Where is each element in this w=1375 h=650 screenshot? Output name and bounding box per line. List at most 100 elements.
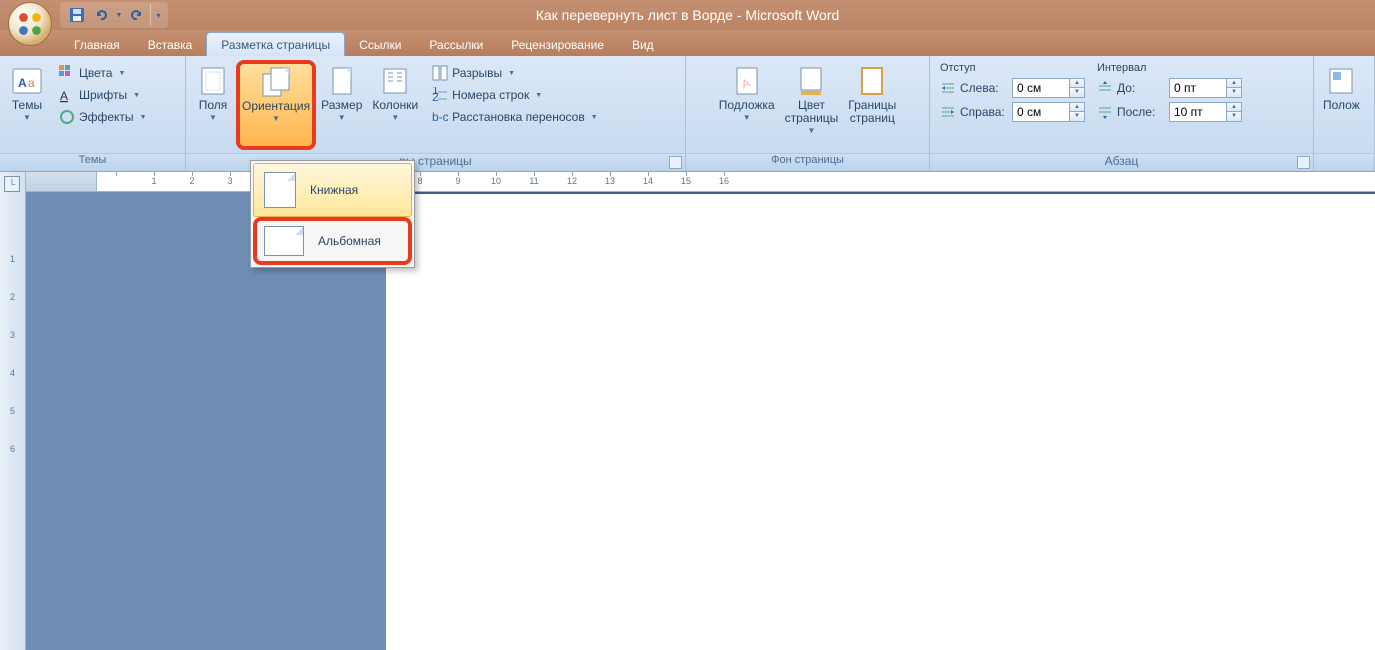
group-label-page-bg: Фон страницы (686, 153, 929, 171)
columns-icon (379, 65, 411, 97)
hyphenation-icon: b-c (432, 109, 448, 125)
svg-text:a: a (28, 76, 35, 90)
save-icon[interactable] (66, 4, 88, 26)
spinner-up-icon[interactable]: ▲ (1227, 103, 1241, 112)
spacing-before-input[interactable]: ▲▼ (1169, 78, 1242, 98)
page-borders-icon (856, 65, 888, 97)
page-color-button[interactable]: Цвет страницы▼ (780, 60, 844, 150)
line-numbers-button[interactable]: 12Номера строк▼ (427, 84, 602, 106)
position-button[interactable]: Полож (1318, 60, 1365, 150)
breaks-button[interactable]: Разрывы▼ (427, 62, 602, 84)
indent-left-input[interactable]: ▲▼ (1012, 78, 1085, 98)
dialog-launcher-icon[interactable] (669, 156, 682, 169)
watermark-icon: A (731, 65, 763, 97)
margins-button[interactable]: Поля▼ (190, 60, 236, 150)
page-color-icon (795, 65, 827, 97)
theme-colors-button[interactable]: Цвета▼ (54, 62, 152, 84)
tab-references[interactable]: Ссылки (345, 33, 415, 56)
page-borders-button[interactable]: Границы страниц (843, 60, 901, 150)
position-icon (1325, 65, 1357, 97)
ribbon: Aa Темы ▼ Цвета▼ AШрифты▼ Эффекты▼ Темы … (0, 56, 1375, 172)
columns-button[interactable]: Колонки▼ (367, 60, 423, 150)
chevron-down-icon: ▼ (338, 113, 346, 122)
fonts-icon: A (59, 87, 75, 103)
group-page-setup: Поля▼ Ориентация▼ Размер▼ Колонки▼ Разры… (186, 56, 686, 171)
window-title: Как перевернуть лист в Ворде - Microsoft… (536, 7, 840, 23)
theme-effects-button[interactable]: Эффекты▼ (54, 106, 152, 128)
spacing-after-input[interactable]: ▲▼ (1169, 102, 1242, 122)
tab-review[interactable]: Рецензирование (497, 33, 618, 56)
orientation-menu: Книжная Альбомная (250, 160, 415, 268)
spacing-before-icon (1097, 80, 1113, 96)
spinner-down-icon[interactable]: ▼ (1070, 88, 1084, 97)
group-label-themes: Темы (0, 153, 185, 171)
themes-button[interactable]: Aa Темы ▼ (4, 60, 50, 150)
spinner-down-icon[interactable]: ▼ (1227, 88, 1241, 97)
dialog-launcher-icon[interactable] (1297, 156, 1310, 169)
chevron-down-icon: ▼ (133, 92, 140, 99)
tab-view[interactable]: Вид (618, 33, 668, 56)
indent-left-icon (940, 80, 956, 96)
group-themes: Aa Темы ▼ Цвета▼ AШрифты▼ Эффекты▼ Темы (0, 56, 186, 171)
group-paragraph: Отступ Слева: ▲▼ Справа: ▲▼ Интервал До: (930, 56, 1314, 171)
indent-heading: Отступ (940, 62, 1085, 74)
spinner-up-icon[interactable]: ▲ (1227, 79, 1241, 88)
ribbon-tabs: Главная Вставка Разметка страницы Ссылки… (0, 30, 1375, 56)
vertical-ruler[interactable]: 123456 (0, 172, 26, 650)
effects-icon (59, 109, 75, 125)
undo-icon[interactable] (90, 4, 112, 26)
hyphenation-button[interactable]: b-cРасстановка переносов▼ (427, 106, 602, 128)
chevron-down-icon: ▼ (140, 114, 147, 121)
redo-icon[interactable] (126, 4, 148, 26)
colors-icon (59, 65, 75, 81)
svg-text:b-c: b-c (432, 110, 448, 124)
indent-right-icon (940, 104, 956, 120)
indent-right-input[interactable]: ▲▼ (1012, 102, 1085, 122)
themes-icon: Aa (11, 65, 43, 97)
chevron-down-icon: ▼ (508, 70, 515, 77)
spinner-down-icon[interactable]: ▼ (1227, 112, 1241, 121)
tab-insert[interactable]: Вставка (134, 33, 207, 56)
quick-access-toolbar: ▼ ▾ (60, 2, 168, 28)
theme-fonts-button[interactable]: AШрифты▼ (54, 84, 152, 106)
spinner-up-icon[interactable]: ▲ (1070, 103, 1084, 112)
spinner-down-icon[interactable]: ▼ (1070, 112, 1084, 121)
svg-text:2: 2 (432, 90, 439, 103)
tab-home[interactable]: Главная (60, 33, 134, 56)
group-page-background: A Подложка▼ Цвет страницы▼ Границы стран… (686, 56, 930, 171)
title-bar: ▼ ▾ Как перевернуть лист в Ворде - Micro… (0, 0, 1375, 30)
size-button[interactable]: Размер▼ (316, 60, 367, 150)
orientation-portrait-item[interactable]: Книжная (253, 163, 412, 217)
line-numbers-icon: 12 (432, 87, 448, 103)
spinner-up-icon[interactable]: ▲ (1070, 79, 1084, 88)
chevron-down-icon: ▼ (23, 113, 31, 122)
horizontal-ruler[interactable]: 12345678910111213141516 (26, 172, 1375, 192)
orientation-icon (260, 66, 292, 98)
size-icon (326, 65, 358, 97)
tab-mailings[interactable]: Рассылки (415, 33, 497, 56)
office-button[interactable] (8, 2, 52, 46)
qat-customize-icon[interactable]: ▾ (150, 4, 162, 26)
margins-icon (197, 65, 229, 97)
chevron-down-icon: ▼ (743, 113, 751, 122)
breaks-icon (432, 65, 448, 81)
tab-selector-icon[interactable]: └ (4, 176, 20, 192)
chevron-down-icon: ▼ (272, 114, 280, 123)
spacing-heading: Интервал (1097, 62, 1242, 74)
group-arrange: Полож (1314, 56, 1375, 171)
undo-dropdown-icon[interactable]: ▼ (114, 4, 124, 26)
orientation-button[interactable]: Ориентация▼ (236, 60, 316, 150)
page-canvas[interactable] (386, 194, 1375, 650)
tab-page-layout[interactable]: Разметка страницы (206, 32, 345, 56)
svg-text:A: A (60, 89, 68, 103)
chevron-down-icon: ▼ (118, 70, 125, 77)
chevron-down-icon: ▼ (535, 92, 542, 99)
landscape-page-icon (264, 226, 304, 256)
watermark-button[interactable]: A Подложка▼ (714, 60, 780, 150)
chevron-down-icon: ▼ (209, 113, 217, 122)
spacing-after-icon (1097, 104, 1113, 120)
group-label-arrange (1314, 153, 1374, 171)
portrait-page-icon (264, 172, 296, 208)
orientation-landscape-item[interactable]: Альбомная (253, 217, 412, 265)
chevron-down-icon: ▼ (591, 114, 598, 121)
